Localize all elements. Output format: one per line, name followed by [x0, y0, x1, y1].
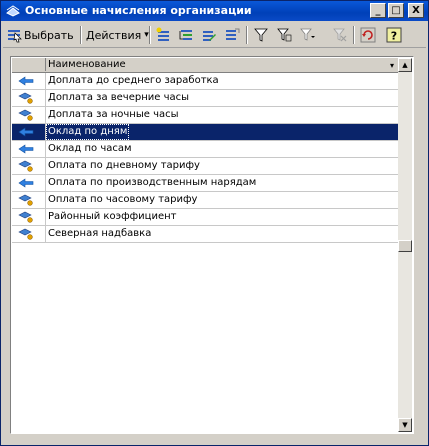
filter-list-icon[interactable]: [299, 27, 315, 43]
toolbar: Выбрать Действия ▾ ?: [3, 23, 426, 48]
row-name: Оклад по дням: [46, 124, 130, 140]
help-icon[interactable]: ?: [386, 27, 402, 43]
table-header[interactable]: Наименование ▾: [12, 58, 399, 73]
table-row[interactable]: Оплата по дневному тарифу: [12, 158, 399, 175]
vertical-scrollbar[interactable]: ▲ ▼: [398, 58, 412, 432]
refresh-icon[interactable]: [360, 27, 376, 43]
row-name: Оплата по дневному тарифу: [48, 160, 200, 171]
maximize-button[interactable]: □: [388, 3, 404, 18]
minimize-button[interactable]: _: [370, 3, 386, 18]
item-icon: [12, 107, 46, 123]
header-icon-cell: [12, 58, 46, 71]
item-icon: [12, 90, 46, 106]
item-icon: [12, 158, 46, 174]
list-table[interactable]: Наименование ▾ Доплата до среднего зараб…: [10, 56, 414, 434]
filter-settings-icon[interactable]: [276, 27, 292, 43]
toolbar-separator: [80, 26, 82, 44]
row-name: Доплата до среднего заработка: [48, 75, 219, 86]
table-row[interactable]: Оплата по часовому тарифу: [12, 192, 399, 209]
filter-off-icon[interactable]: [332, 27, 348, 43]
table-row[interactable]: Доплата за ночные часы: [12, 107, 399, 124]
row-name: Северная надбавка: [48, 228, 152, 239]
table-row[interactable]: Доплата за вечерние часы: [12, 90, 399, 107]
column-header-name[interactable]: Наименование: [48, 58, 126, 72]
blue-arrow-icon: [12, 175, 46, 191]
item-icon: [12, 226, 46, 242]
table-row[interactable]: Северная надбавка: [12, 226, 399, 243]
window-title: Основные начисления организации: [25, 4, 252, 17]
row-name: Оплата по производственным нарядам: [48, 177, 257, 188]
catalog-icon: [6, 5, 20, 17]
item-icon: [12, 192, 46, 208]
sort-chevron-icon[interactable]: ▾: [390, 61, 394, 70]
table-row[interactable]: Оплата по производственным нарядам: [12, 175, 399, 192]
add-icon[interactable]: [155, 27, 171, 43]
row-name: Доплата за вечерние часы: [48, 92, 189, 103]
table-row[interactable]: Доплата до среднего заработка: [12, 73, 399, 90]
scroll-up-button[interactable]: ▲: [398, 58, 412, 72]
window: Основные начисления организации _ □ X Вы…: [0, 0, 429, 446]
actions-menu[interactable]: Действия ▾: [86, 25, 149, 45]
edit-icon[interactable]: [201, 27, 217, 43]
row-name: Оплата по часовому тарифу: [48, 194, 198, 205]
filter-icon[interactable]: [253, 27, 269, 43]
select-icon: [8, 30, 22, 43]
copy-icon[interactable]: [224, 27, 240, 43]
scroll-thumb[interactable]: [398, 240, 412, 252]
blue-arrow-icon: [12, 141, 46, 157]
row-name: Оклад по часам: [48, 143, 132, 154]
select-label: Выбрать: [24, 28, 74, 42]
close-button[interactable]: X: [408, 3, 424, 18]
title-bar[interactable]: Основные начисления организации _ □ X: [1, 1, 428, 21]
blue-arrow-icon: [12, 73, 46, 89]
add-group-icon[interactable]: [178, 27, 194, 43]
scroll-down-button[interactable]: ▼: [398, 418, 412, 432]
toolbar-separator: [353, 26, 355, 44]
select-button[interactable]: Выбрать: [6, 25, 74, 45]
toolbar-separator: [246, 26, 248, 44]
svg-text:?: ?: [391, 30, 397, 43]
table-row[interactable]: Оклад по часам: [12, 141, 399, 158]
toolbar-separator: [149, 26, 151, 44]
row-name: Доплата за ночные часы: [48, 109, 179, 120]
actions-label: Действия: [86, 28, 142, 42]
item-icon: [12, 209, 46, 225]
table-row[interactable]: Оклад по дням: [12, 124, 399, 141]
row-name: Районный коэффициент: [48, 211, 177, 222]
table-row[interactable]: Районный коэффициент: [12, 209, 399, 226]
blue-arrow-icon: [12, 124, 46, 140]
